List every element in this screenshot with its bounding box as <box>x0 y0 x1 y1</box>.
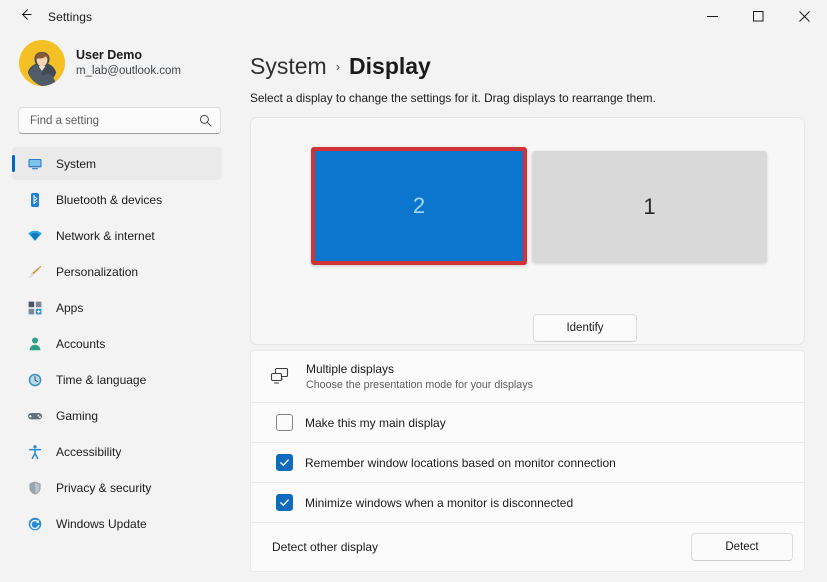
breadcrumb-separator-icon: › <box>335 59 341 74</box>
display-arrangement-panel: 2 1 Identify <box>250 117 805 345</box>
sidebar-item-label: Gaming <box>56 408 99 423</box>
main-display-label: Make this my main display <box>305 415 446 430</box>
multiple-displays-row[interactable]: Multiple displays Choose the presentatio… <box>250 350 805 403</box>
sidebar-item-label: Windows Update <box>56 516 147 531</box>
profile-text: User Demo m_lab@outlook.com <box>76 48 181 79</box>
paintbrush-icon <box>26 263 43 280</box>
sidebar: User Demo m_lab@outlook.com Find a setti… <box>0 33 232 582</box>
avatar <box>19 40 65 86</box>
back-arrow-icon <box>18 7 33 27</box>
sidebar-item-label: System <box>56 156 97 171</box>
profile-name: User Demo <box>76 47 142 62</box>
main-content: System › Display Select a display to cha… <box>232 33 827 582</box>
title-bar: Settings <box>0 0 827 33</box>
clock-icon <box>26 371 43 388</box>
settings-window: Settings User Demo m_lab@outlook.com Fin… <box>0 0 827 582</box>
breadcrumb: System › Display <box>250 53 805 80</box>
sidebar-item-label: Apps <box>56 300 84 315</box>
person-icon <box>26 335 43 352</box>
remember-locations-label: Remember window locations based on monit… <box>305 455 616 470</box>
sidebar-item-label: Time & language <box>56 372 147 387</box>
window-body: User Demo m_lab@outlook.com Find a setti… <box>0 33 827 582</box>
search-icon <box>199 114 212 127</box>
apps-icon <box>26 299 43 316</box>
sidebar-item-network-internet[interactable]: Network & internet <box>12 219 222 252</box>
shield-icon <box>26 479 43 496</box>
remember-locations-checkbox[interactable] <box>276 454 293 471</box>
search-input[interactable] <box>30 114 199 127</box>
minimize-windows-label: Minimize windows when a monitor is disco… <box>305 495 574 510</box>
minimize-windows-checkbox[interactable] <box>276 494 293 511</box>
sidebar-item-accessibility[interactable]: Accessibility <box>12 435 222 468</box>
sidebar-item-label: Personalization <box>56 264 139 279</box>
display-thumbnail-1[interactable]: 1 <box>532 151 767 263</box>
display-number-1: 1 <box>643 194 656 219</box>
detect-other-display-row: Detect other display Detect <box>250 523 805 572</box>
minimize-windows-row[interactable]: Minimize windows when a monitor is disco… <box>250 483 805 523</box>
main-display-checkbox[interactable] <box>276 414 293 431</box>
gamepad-icon <box>26 407 43 424</box>
window-title: Settings <box>48 9 93 24</box>
sidebar-item-privacy-security[interactable]: Privacy & security <box>12 471 222 504</box>
minimize-windows-checkbox-wrap[interactable]: Minimize windows when a monitor is disco… <box>267 494 573 511</box>
maximize-button[interactable] <box>735 0 781 33</box>
sidebar-item-apps[interactable]: Apps <box>12 291 222 324</box>
multiple-displays-text: Multiple displays Choose the presentatio… <box>306 362 533 392</box>
sidebar-item-label: Bluetooth & devices <box>56 192 163 207</box>
identify-button[interactable]: Identify <box>533 314 637 342</box>
sidebar-item-personalization[interactable]: Personalization <box>12 255 222 288</box>
update-icon <box>26 515 43 532</box>
close-button[interactable] <box>781 0 827 33</box>
monitor-icon <box>26 155 43 172</box>
accessibility-icon <box>26 443 43 460</box>
settings-rows: Multiple displays Choose the presentatio… <box>250 350 805 572</box>
main-display-checkbox-wrap[interactable]: Make this my main display <box>267 414 446 431</box>
detect-button[interactable]: Detect <box>691 533 793 561</box>
display-thumbnail-2[interactable]: 2 <box>311 147 527 265</box>
remember-locations-row[interactable]: Remember window locations based on monit… <box>250 443 805 483</box>
multiple-displays-description: Choose the presentation mode for your di… <box>306 378 533 391</box>
window-controls <box>689 0 827 33</box>
sidebar-item-label: Privacy & security <box>56 480 152 495</box>
main-display-row[interactable]: Make this my main display <box>250 403 805 443</box>
back-button[interactable] <box>8 2 42 32</box>
sidebar-item-gaming[interactable]: Gaming <box>12 399 222 432</box>
multiple-displays-title: Multiple displays <box>306 361 395 376</box>
sidebar-item-windows-update[interactable]: Windows Update <box>12 507 222 540</box>
search-box[interactable] <box>18 107 221 134</box>
sidebar-item-bluetooth-devices[interactable]: Bluetooth & devices <box>12 183 222 216</box>
display-number-2: 2 <box>412 193 426 218</box>
sidebar-item-time-language[interactable]: Time & language <box>12 363 222 396</box>
bluetooth-icon <box>26 191 43 208</box>
sidebar-item-system[interactable]: System <box>12 147 222 180</box>
page-subtitle: Select a display to change the settings … <box>250 91 656 105</box>
profile-email: m_lab@outlook.com <box>76 64 181 77</box>
sidebar-nav: System Bluetooth & devices Network & int… <box>12 147 222 540</box>
sidebar-item-label: Accessibility <box>56 444 122 459</box>
detect-other-display-label: Detect other display <box>272 540 379 554</box>
sidebar-item-accounts[interactable]: Accounts <box>12 327 222 360</box>
sidebar-item-label: Accounts <box>56 336 106 351</box>
remember-locations-checkbox-wrap[interactable]: Remember window locations based on monit… <box>267 454 616 471</box>
sidebar-item-label: Network & internet <box>56 228 155 243</box>
user-profile[interactable]: User Demo m_lab@outlook.com <box>12 33 222 86</box>
wifi-icon <box>26 227 43 244</box>
minimize-button[interactable] <box>689 0 735 33</box>
multiple-displays-icon <box>267 366 291 387</box>
breadcrumb-parent[interactable]: System <box>250 53 327 80</box>
page-title: Display <box>349 53 431 79</box>
